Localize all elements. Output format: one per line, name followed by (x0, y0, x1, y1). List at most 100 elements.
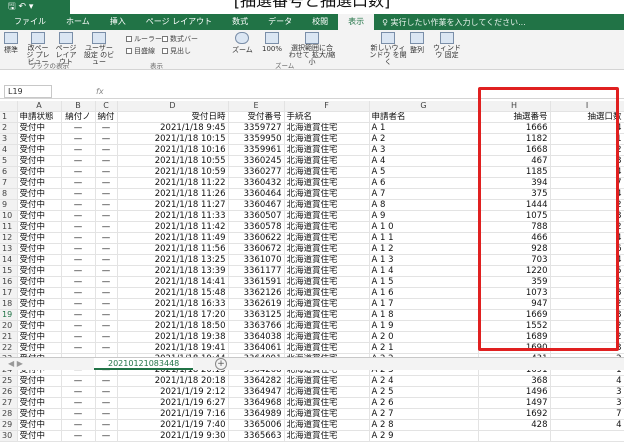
row-header[interactable]: 6 (0, 166, 18, 179)
cell[interactable]: 北海道賞住宅 (284, 298, 370, 311)
row-header[interactable]: 9 (0, 199, 18, 212)
cell[interactable]: 北海道賞住宅 (284, 386, 370, 399)
cell[interactable]: 2 (550, 221, 624, 234)
cell[interactable]: 北海道賞住宅 (284, 397, 370, 410)
cell[interactable]: — (61, 122, 96, 135)
cell[interactable]: 受付中 (17, 265, 62, 278)
row-header[interactable]: 7 (0, 177, 18, 190)
cell[interactable]: 2021/1/19 9:30 (117, 430, 229, 442)
cell[interactable]: A 1 4 (369, 265, 479, 278)
cell[interactable]: 北海道賞住宅 (284, 408, 370, 421)
column-header[interactable]: E (228, 101, 285, 113)
cell[interactable]: — (61, 221, 96, 234)
cell[interactable]: 2021/1/18 20:18 (117, 375, 229, 388)
cell[interactable]: — (95, 177, 118, 190)
row-header[interactable]: 12 (0, 232, 18, 245)
cell[interactable]: 928 (478, 243, 551, 256)
freeze-panes-button[interactable]: ウィンドウ 固定 (432, 32, 462, 59)
cell[interactable]: 受付中 (17, 166, 62, 179)
cell[interactable]: 北海道賞住宅 (284, 188, 370, 201)
cell[interactable]: — (61, 419, 96, 432)
row-header[interactable]: 17 (0, 287, 18, 300)
cell[interactable]: 3360578 (228, 221, 285, 234)
cell[interactable]: 428 (478, 419, 551, 432)
ruler-checkbox[interactable]: ルーラー (126, 34, 162, 44)
cell[interactable]: — (61, 254, 96, 267)
cell[interactable]: 北海道賞住宅 (284, 375, 370, 388)
cell[interactable]: A 2 0 (369, 331, 479, 344)
cell[interactable]: 受付中 (17, 397, 62, 410)
cell[interactable]: — (61, 199, 96, 212)
cell[interactable]: 受付中 (17, 155, 62, 168)
row-header[interactable]: 28 (0, 408, 18, 421)
cell[interactable]: 受付中 (17, 243, 62, 256)
cell[interactable]: 受付番号 (228, 111, 285, 124)
row-header[interactable]: 26 (0, 386, 18, 399)
cell[interactable]: A 2 8 (369, 419, 479, 432)
cell[interactable]: — (61, 342, 96, 355)
headings-checkbox[interactable]: 見出し (162, 46, 191, 56)
cell[interactable]: A 1 2 (369, 243, 479, 256)
cell[interactable]: 3363125 (228, 309, 285, 322)
cell[interactable]: 2021/1/18 19:41 (117, 342, 229, 355)
column-header[interactable]: D (117, 101, 229, 113)
row-header[interactable]: 3 (0, 133, 18, 146)
cell[interactable]: 3364968 (228, 397, 285, 410)
cell[interactable]: — (61, 166, 96, 179)
row-header[interactable]: 5 (0, 155, 18, 168)
cell[interactable]: 2021/1/18 9:45 (117, 122, 229, 135)
cell[interactable]: 3360672 (228, 243, 285, 256)
cell[interactable]: — (95, 210, 118, 223)
cell[interactable]: — (95, 122, 118, 135)
cell[interactable] (478, 430, 551, 442)
cell[interactable]: 北海道賞住宅 (284, 177, 370, 190)
cell[interactable]: — (95, 430, 118, 442)
row-header[interactable]: 27 (0, 397, 18, 410)
cell[interactable] (550, 430, 624, 442)
row-header[interactable]: 22 (0, 342, 18, 355)
cell[interactable]: 394 (478, 177, 551, 190)
cell[interactable]: 抽選口数 (550, 111, 624, 124)
cell[interactable]: A 2 (369, 133, 479, 146)
name-box[interactable]: L19 (4, 85, 52, 98)
cell[interactable]: 788 (478, 221, 551, 234)
cell[interactable]: 3359727 (228, 122, 285, 135)
sheet-nav-arrows-icon[interactable]: ◀ ▶ (8, 358, 23, 370)
cell[interactable]: — (61, 155, 96, 168)
cell[interactable]: 3360277 (228, 166, 285, 179)
cell[interactable]: 467 (478, 155, 551, 168)
cell[interactable]: 受付中 (17, 144, 62, 157)
cell[interactable]: — (95, 331, 118, 344)
cell[interactable]: 375 (478, 188, 551, 201)
cell[interactable]: — (95, 276, 118, 289)
cell[interactable]: 2021/1/18 11:33 (117, 210, 229, 223)
ribbon-tab[interactable]: 数式 (222, 14, 258, 30)
cell[interactable]: 6 (550, 243, 624, 256)
cell[interactable]: 北海道賞住宅 (284, 155, 370, 168)
cell[interactable]: 受付中 (17, 309, 62, 322)
cell[interactable]: 北海道賞住宅 (284, 430, 370, 442)
cell[interactable]: A 2 7 (369, 408, 479, 421)
cell[interactable]: — (61, 386, 96, 399)
cell[interactable]: 3364989 (228, 408, 285, 421)
cell[interactable]: 2021/1/19 7:40 (117, 419, 229, 432)
arrange-all-button[interactable]: 整列 (410, 32, 424, 55)
gridlines-checkbox[interactable]: 目盛線 (126, 46, 155, 56)
cell[interactable]: 4 (550, 188, 624, 201)
cell[interactable]: — (61, 276, 96, 289)
cell[interactable]: A 1 7 (369, 298, 479, 311)
row-header[interactable]: 11 (0, 221, 18, 234)
cell[interactable]: 申請状態 (17, 111, 62, 124)
cell[interactable]: A 1 6 (369, 287, 479, 300)
cell[interactable]: 368 (478, 375, 551, 388)
cell[interactable]: A 2 6 (369, 397, 479, 410)
cell[interactable]: 北海道賞住宅 (284, 232, 370, 245)
cell[interactable]: 4 (550, 232, 624, 245)
cell[interactable]: 受付中 (17, 210, 62, 223)
normal-view-button[interactable]: 標準 (4, 32, 18, 55)
cell[interactable]: 受付中 (17, 221, 62, 234)
cell[interactable]: 3365006 (228, 419, 285, 432)
cell[interactable]: A 7 (369, 188, 479, 201)
cell[interactable]: A 2 9 (369, 430, 479, 442)
cell[interactable]: — (61, 188, 96, 201)
